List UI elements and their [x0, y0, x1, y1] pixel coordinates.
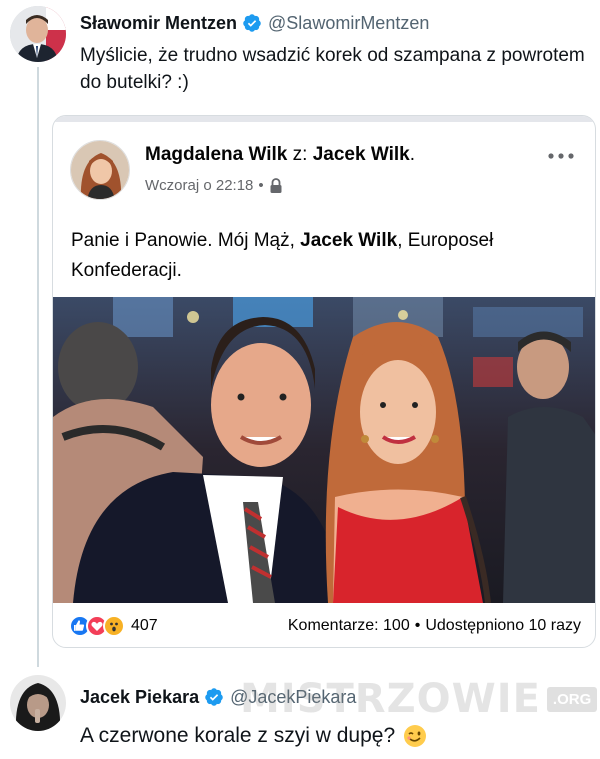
- reactions[interactable]: 407: [69, 615, 158, 637]
- embedded-facebook-post[interactable]: Magdalena Wilk z: Jacek Wilk. Wczoraj o …: [52, 115, 596, 648]
- fb-post-text: Panie i Panowie. Mój Mąż, Jacek Wilk, Eu…: [71, 226, 571, 286]
- lock-icon: [269, 177, 283, 194]
- fb-stats-right: Komentarze: 100 • Udostępniono 10 razy: [288, 617, 581, 635]
- watermark-main: MISTRZOWIE: [240, 676, 541, 722]
- winking-face-icon: [403, 724, 427, 748]
- card-top-bar: [53, 116, 595, 122]
- tweet-text: A czerwone korale z szyi w dupę?: [80, 722, 590, 750]
- fb-post-meta: Wczoraj o 22:18 •: [145, 177, 283, 194]
- tweet-header: Sławomir Mentzen @SlawomirMentzen: [80, 12, 429, 34]
- shares-count[interactable]: Udostępniono 10 razy: [425, 617, 581, 634]
- author-name[interactable]: Sławomir Mentzen: [80, 13, 237, 34]
- fb-post-stats: 407 Komentarze: 100 • Udostępniono 10 razy: [53, 603, 595, 647]
- more-options-icon[interactable]: [547, 148, 575, 159]
- reply-text: A czerwone korale z szyi w dupę?: [80, 724, 396, 747]
- fb-text-before: Panie i Panowie. Mój Mąż,: [71, 230, 301, 251]
- verified-badge-icon: [204, 687, 224, 707]
- avatar[interactable]: [10, 675, 66, 731]
- verified-badge-icon: [242, 13, 262, 33]
- tweet-main: Sławomir Mentzen @SlawomirMentzen Myślic…: [0, 0, 600, 667]
- avatar[interactable]: [10, 6, 66, 62]
- watermark: MISTRZOWIE .ORG: [240, 676, 598, 722]
- fb-header-period: .: [409, 144, 416, 165]
- author-handle[interactable]: @SlawomirMentzen: [268, 13, 429, 34]
- fb-with-label: z:: [292, 144, 308, 165]
- stats-separator: •: [414, 617, 421, 634]
- fb-author-avatar: [70, 140, 130, 200]
- fb-post-header: Magdalena Wilk z: Jacek Wilk.: [145, 144, 415, 166]
- comments-count[interactable]: Komentarze: 100: [288, 617, 410, 634]
- fb-post-photo[interactable]: [53, 297, 595, 603]
- wow-reaction-icon: [103, 615, 125, 637]
- thread-line: [37, 67, 39, 667]
- reaction-count: 407: [131, 617, 158, 634]
- watermark-sub: .ORG: [546, 686, 598, 712]
- fb-post-time[interactable]: Wczoraj o 22:18: [145, 177, 253, 194]
- tweet-text: Myślicie, że trudno wsadzić korek od sza…: [80, 45, 585, 93]
- fb-tagged-name[interactable]: Jacek Wilk: [313, 144, 410, 165]
- author-name[interactable]: Jacek Piekara: [80, 687, 199, 708]
- fb-text-bold-name: Jacek Wilk: [300, 230, 398, 251]
- fb-author-name[interactable]: Magdalena Wilk: [145, 144, 287, 165]
- fb-meta-separator: •: [258, 177, 264, 194]
